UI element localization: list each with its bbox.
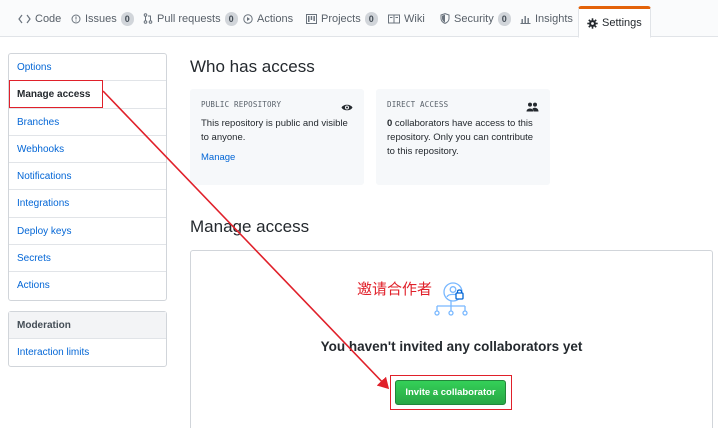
menu-item-webhooks[interactable]: Webhooks	[9, 136, 166, 164]
menu-item-notifications[interactable]: Notifications	[9, 163, 166, 191]
tab-label: Projects	[321, 12, 361, 25]
tab-label: Pull requests	[157, 12, 221, 25]
eye-icon	[341, 99, 353, 117]
tab-projects[interactable]: Projects 0	[306, 0, 378, 37]
tab-code[interactable]: Code	[18, 0, 61, 37]
book-icon	[388, 14, 400, 24]
issue-icon	[71, 14, 81, 24]
menu-item-branches[interactable]: Branches	[9, 109, 166, 136]
direct-access-card: DIRECT ACCESS 0 collaborators have acces…	[376, 89, 550, 185]
menu-item-secrets[interactable]: Secrets	[9, 245, 166, 273]
direct-access-text: 0 collaborators have access to this repo…	[387, 117, 539, 159]
tab-label: Actions	[257, 12, 294, 25]
annotation-text: 邀请合作者	[357, 280, 433, 298]
tab-label: Insights	[535, 12, 573, 25]
repo-nav: Code Issues 0 Pull requests 0 Actions Pr…	[0, 0, 718, 38]
play-icon	[243, 13, 253, 24]
tab-label: Code	[35, 12, 62, 25]
issues-count: 0	[120, 11, 134, 26]
no-collaborators-message: You haven't invited any collaborators ye…	[320, 339, 583, 354]
menu-item-deploy-keys[interactable]: Deploy keys	[9, 218, 166, 246]
moderation-heading: Moderation	[9, 312, 166, 339]
menu-item-options[interactable]: Options	[9, 54, 166, 82]
menu-item-actions[interactable]: Actions	[9, 272, 166, 299]
tab-insights[interactable]: Insights	[520, 0, 573, 37]
tab-security[interactable]: Security 0	[440, 0, 511, 37]
tab-label: Wiki	[404, 12, 425, 25]
tab-settings[interactable]: Settings	[578, 6, 651, 38]
projects-count: 0	[364, 11, 378, 26]
graph-icon	[520, 14, 531, 24]
who-has-access-title: Who has access	[190, 57, 315, 76]
tab-pull-requests[interactable]: Pull requests 0	[143, 0, 238, 37]
public-repository-label: PUBLIC REPOSITORY	[201, 100, 282, 109]
tab-issues[interactable]: Issues 0	[71, 0, 134, 37]
security-count: 0	[497, 11, 511, 26]
public-repository-text: This repository is public and visible to…	[201, 118, 348, 143]
menu-item-integrations[interactable]: Integrations	[9, 190, 166, 218]
direct-access-description: collaborators have access to this reposi…	[387, 118, 534, 157]
gear-icon	[587, 17, 598, 29]
pull-request-icon	[143, 13, 153, 24]
tab-label: Settings	[602, 17, 642, 29]
people-icon	[526, 99, 539, 117]
tab-label: Issues	[85, 12, 117, 25]
pull-requests-count: 0	[224, 11, 238, 26]
moderation-menu: Moderation Interaction limits	[8, 311, 167, 368]
shield-icon	[440, 13, 450, 24]
menu-item-interaction-limits[interactable]: Interaction limits	[9, 339, 166, 366]
public-repository-card: PUBLIC REPOSITORY This repository is pub…	[190, 89, 364, 185]
project-icon	[306, 13, 317, 24]
direct-access-label: DIRECT ACCESS	[387, 100, 449, 109]
tab-actions[interactable]: Actions	[243, 0, 293, 37]
code-icon	[18, 14, 31, 24]
tab-label: Security	[454, 12, 494, 25]
manage-link[interactable]: Manage	[201, 152, 353, 163]
annotation-box-manage-access	[9, 80, 103, 108]
annotation-box-invite-button	[390, 375, 512, 410]
tab-wiki[interactable]: Wiki	[388, 0, 425, 37]
manage-access-title: Manage access	[190, 217, 310, 236]
collaborators-icon	[431, 282, 471, 323]
